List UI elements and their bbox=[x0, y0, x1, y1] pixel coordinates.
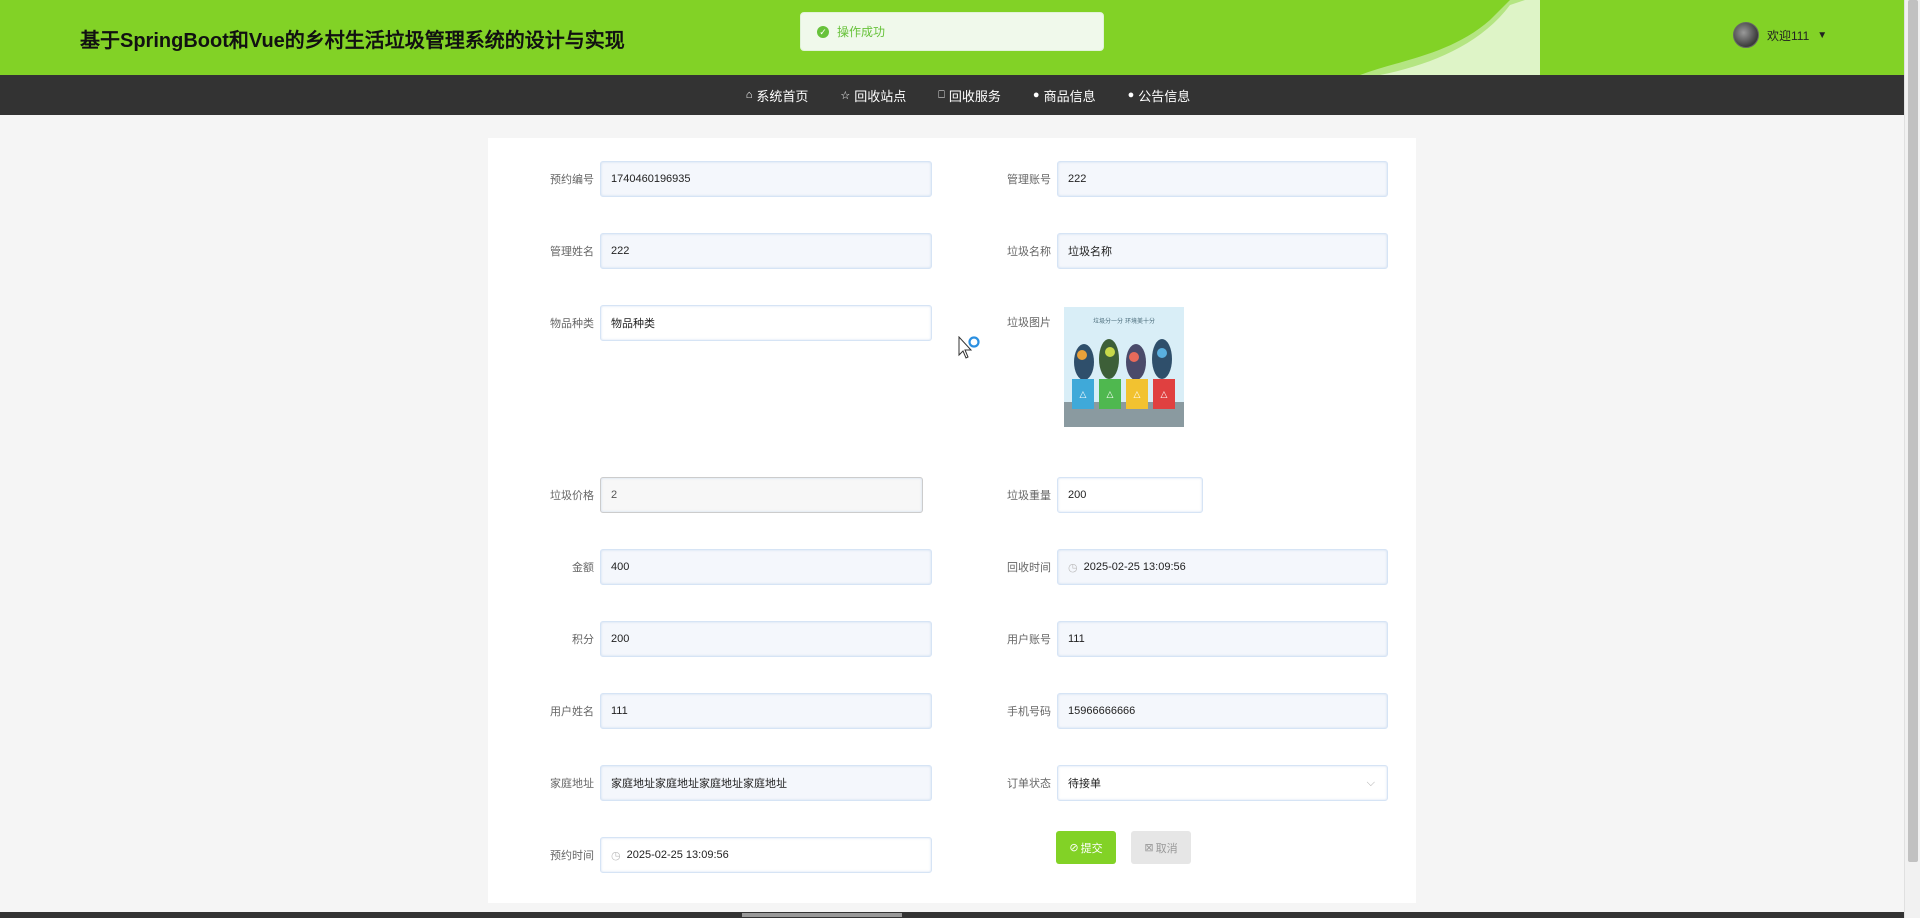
points-input[interactable]: 200 bbox=[600, 621, 932, 657]
field-label: 垃圾价格 bbox=[550, 490, 594, 502]
nav-item-announcements[interactable]: ● 公告信息 bbox=[1128, 86, 1191, 105]
field-amount: 金额 400 bbox=[480, 549, 932, 585]
welcome-text: 欢迎111 bbox=[1767, 28, 1810, 43]
recycle-time-input[interactable]: ◷ 2025-02-25 13:09:56 bbox=[1057, 549, 1388, 585]
nav-item-recycle-sites[interactable]: ☆ 回收站点 bbox=[840, 86, 906, 105]
horizontal-scrollbar[interactable] bbox=[0, 912, 1904, 918]
field-garbage-weight: 垃圾重量 200 bbox=[937, 477, 1203, 513]
booking-no-input[interactable]: 1740460196935 bbox=[600, 161, 932, 197]
order-status-select[interactable]: 待接单 ⌵ bbox=[1057, 765, 1388, 801]
nav-label: 系统首页 bbox=[756, 88, 809, 104]
clock-icon: ◷ bbox=[611, 849, 621, 862]
nav-item-recycle-service[interactable]: ⎕ 回收服务 bbox=[938, 86, 1001, 105]
nav-item-products[interactable]: ● 商品信息 bbox=[1033, 86, 1096, 105]
field-label: 预约时间 bbox=[550, 850, 594, 862]
scrollbar-thumb[interactable] bbox=[1908, 0, 1918, 862]
success-toast: ✓ 操作成功 bbox=[800, 12, 1104, 51]
order-status-value: 待接单 bbox=[1068, 778, 1101, 790]
nav-item-home[interactable]: ⌂ 系统首页 bbox=[746, 86, 809, 105]
nav-label: 公告信息 bbox=[1138, 88, 1191, 104]
svg-text:△: △ bbox=[1107, 389, 1114, 399]
nav-label: 商品信息 bbox=[1043, 88, 1096, 104]
image-caption: 垃圾分一分 环境美十分 bbox=[1093, 317, 1155, 325]
caret-down-icon: ▼ bbox=[1817, 29, 1828, 41]
check-circle-icon: ✓ bbox=[817, 25, 829, 38]
item-category-input[interactable]: 物品种类 bbox=[600, 305, 932, 341]
recycle-time-value: 2025-02-25 13:09:56 bbox=[1083, 561, 1186, 573]
field-order-status: 订单状态 待接单 ⌵ bbox=[937, 765, 1388, 801]
field-label: 回收时间 bbox=[1007, 562, 1051, 574]
field-label: 用户账号 bbox=[1007, 634, 1051, 646]
field-label: 家庭地址 bbox=[550, 778, 594, 790]
cancel-label: 取消 bbox=[1155, 842, 1178, 855]
garbage-price-input[interactable]: 2 bbox=[600, 477, 923, 513]
field-label: 垃圾图片 bbox=[1007, 317, 1051, 329]
nav-label: 回收服务 bbox=[948, 88, 1001, 104]
svg-text:△: △ bbox=[1134, 389, 1141, 399]
field-points: 积分 200 bbox=[480, 621, 932, 657]
field-label: 垃圾重量 bbox=[1007, 490, 1051, 502]
main-nav: ⌂ 系统首页 ☆ 回收站点 ⎕ 回收服务 ● 商品信息 ● 公告信息 bbox=[0, 75, 1904, 115]
garbage-bins-illustration: 垃圾分一分 环境美十分 △ △ △ △ bbox=[1064, 307, 1184, 427]
booking-time-input[interactable]: ◷ 2025-02-25 13:09:56 bbox=[600, 837, 932, 873]
field-label: 手机号码 bbox=[1007, 706, 1051, 718]
field-item-category: 物品种类 物品种类 bbox=[480, 305, 932, 341]
vertical-scrollbar[interactable] bbox=[1904, 0, 1920, 918]
garbage-image[interactable]: 垃圾分一分 环境美十分 △ △ △ △ bbox=[1064, 307, 1184, 427]
nav-label: 回收站点 bbox=[854, 88, 907, 104]
field-label: 管理账号 bbox=[1007, 174, 1051, 186]
garbage-weight-input[interactable]: 200 bbox=[1057, 477, 1203, 513]
admin-account-input[interactable]: 222 bbox=[1057, 161, 1388, 197]
field-user-account: 用户账号 111 bbox=[937, 621, 1388, 657]
star-icon: ☆ bbox=[840, 89, 851, 102]
field-garbage-name: 垃圾名称 垃圾名称 bbox=[937, 233, 1388, 269]
field-label: 积分 bbox=[572, 634, 594, 646]
cancel-button[interactable]: ⊠ 取消 bbox=[1131, 831, 1191, 864]
bag-icon: ⎕ bbox=[938, 88, 945, 101]
garbage-name-input[interactable]: 垃圾名称 bbox=[1057, 233, 1388, 269]
avatar bbox=[1733, 22, 1759, 48]
toast-message: 操作成功 bbox=[837, 25, 886, 39]
field-recycle-time: 回收时间 ◷ 2025-02-25 13:09:56 bbox=[937, 549, 1388, 585]
phone-input[interactable]: 15966666666 bbox=[1057, 693, 1388, 729]
mouse-cursor-icon bbox=[958, 336, 980, 359]
user-account-input[interactable]: 111 bbox=[1057, 621, 1388, 657]
field-label: 垃圾名称 bbox=[1007, 246, 1051, 258]
info-icon: ● bbox=[1032, 89, 1040, 101]
svg-text:△: △ bbox=[1161, 389, 1168, 399]
submit-label: 提交 bbox=[1080, 842, 1103, 855]
field-booking-time: 预约时间 ◷ 2025-02-25 13:09:56 bbox=[480, 837, 932, 873]
user-menu[interactable]: 欢迎111 ▼ bbox=[1733, 22, 1827, 48]
header-decoration bbox=[1360, 0, 1540, 75]
page-title: 基于SpringBoot和Vue的乡村生活垃圾管理系统的设计与实现 bbox=[80, 30, 625, 52]
submit-button[interactable]: ⊘ 提交 bbox=[1056, 831, 1116, 864]
svg-text:△: △ bbox=[1080, 389, 1087, 399]
clock-icon: ◷ bbox=[1068, 561, 1078, 574]
field-home-address: 家庭地址 家庭地址家庭地址家庭地址家庭地址 bbox=[480, 765, 932, 801]
home-address-input[interactable]: 家庭地址家庭地址家庭地址家庭地址 bbox=[600, 765, 932, 801]
scrollbar-thumb[interactable] bbox=[742, 913, 902, 917]
field-label: 预约编号 bbox=[550, 174, 594, 186]
field-label: 订单状态 bbox=[1007, 778, 1051, 790]
field-user-name: 用户姓名 111 bbox=[480, 693, 932, 729]
admin-name-input[interactable]: 222 bbox=[600, 233, 932, 269]
user-name-input[interactable]: 111 bbox=[600, 693, 932, 729]
home-icon: ⌂ bbox=[745, 89, 753, 101]
field-booking-no: 预约编号 1740460196935 bbox=[480, 161, 932, 197]
field-phone: 手机号码 15966666666 bbox=[937, 693, 1388, 729]
close-square-icon: ⊠ bbox=[1144, 842, 1154, 854]
field-admin-account: 管理账号 222 bbox=[937, 161, 1388, 197]
field-label: 用户姓名 bbox=[550, 706, 594, 718]
field-garbage-image: 垃圾图片 bbox=[937, 314, 1057, 330]
check-circle-icon: ⊘ bbox=[1069, 842, 1079, 854]
field-garbage-price: 垃圾价格 2 bbox=[480, 477, 923, 513]
field-label: 管理姓名 bbox=[550, 246, 594, 258]
field-admin-name: 管理姓名 222 bbox=[480, 233, 932, 269]
question-icon: ● bbox=[1127, 89, 1135, 101]
amount-input[interactable]: 400 bbox=[600, 549, 932, 585]
booking-time-value: 2025-02-25 13:09:56 bbox=[626, 849, 729, 861]
field-label: 金额 bbox=[572, 562, 594, 574]
chevron-down-icon: ⌵ bbox=[1366, 776, 1375, 789]
field-label: 物品种类 bbox=[550, 318, 594, 330]
